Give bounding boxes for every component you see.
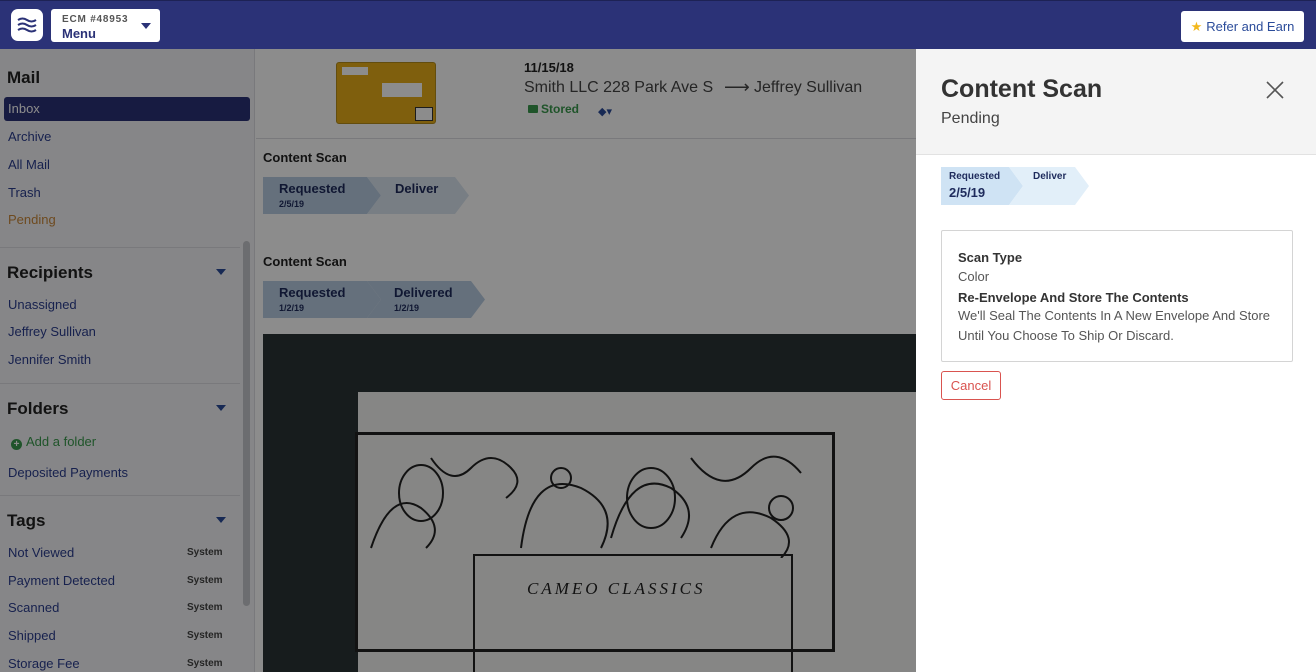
- refer-label: Refer and Earn: [1206, 19, 1295, 34]
- panel-status: Pending: [941, 110, 1000, 127]
- menu-button[interactable]: ECM #48953 Menu: [51, 9, 160, 42]
- scan-type-label: Scan Type: [958, 250, 1023, 265]
- close-icon[interactable]: [1264, 79, 1286, 101]
- chevron-down-icon: [141, 23, 151, 29]
- scan-details: Scan Type Color Re-Envelope And Store Th…: [941, 230, 1293, 362]
- option-label: Re-Envelope And Store The Contents: [958, 290, 1189, 305]
- logo-icon[interactable]: [11, 9, 43, 41]
- scan-type-value: Color: [958, 269, 990, 284]
- menu-label: Menu: [62, 26, 96, 41]
- top-bar: ECM #48953 Menu ★ Refer and Earn: [0, 0, 1316, 49]
- modal-backdrop[interactable]: [0, 49, 916, 672]
- content-scan-panel: Content Scan Pending Requested 2/5/19 De…: [916, 49, 1316, 672]
- panel-header: Content Scan Pending: [916, 49, 1316, 155]
- star-icon: ★: [1190, 18, 1203, 34]
- option-description: We'll Seal The Contents In A New Envelop…: [958, 308, 1271, 343]
- cancel-button[interactable]: Cancel: [941, 371, 1001, 400]
- step-requested: Requested 2/5/19: [941, 167, 1023, 205]
- panel-title: Content Scan: [941, 75, 1103, 103]
- refer-and-earn-button[interactable]: ★ Refer and Earn: [1181, 11, 1304, 42]
- account-number: ECM #48953: [62, 14, 129, 25]
